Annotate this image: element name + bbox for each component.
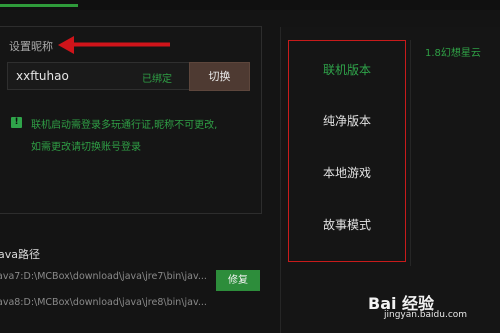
notice-text-line-1: 联机启动需登录多玩通行证,昵称不可更改, — [31, 120, 218, 131]
nickname-value: xxftuhao — [16, 69, 69, 83]
mode-item-online[interactable]: 联机版本 — [292, 61, 402, 78]
mode-item-local-game[interactable]: 本地游戏 — [292, 164, 402, 181]
java7-path: ava7:D:\MCBox\download\java\jre7\bin\jav… — [0, 271, 207, 282]
bound-status-badge: 已绑定 — [142, 74, 172, 85]
nickname-label: 设置昵称 — [9, 40, 53, 53]
mode-item-story[interactable]: 故事模式 — [292, 216, 402, 233]
switch-account-button[interactable]: 切换 — [189, 62, 250, 91]
active-tab-indicator — [0, 4, 78, 7]
java-path-title: ava路径 — [0, 248, 40, 261]
version-list — [410, 40, 500, 266]
version-item[interactable]: 1.8幻想星云 — [425, 44, 481, 59]
watermark-url: jingyan.baidu.com — [384, 310, 468, 320]
annotation-arrow-icon — [58, 36, 170, 54]
notice-icon: ! — [11, 117, 22, 128]
mode-item-pure[interactable]: 纯净版本 — [292, 112, 402, 129]
notice-text-line-2: 如需更改请切换账号登录 — [31, 142, 141, 153]
java8-path: ava8:D:\MCBox\download\java\jre8\bin\jav… — [0, 297, 207, 308]
repair-button[interactable]: 修复 — [216, 270, 260, 291]
